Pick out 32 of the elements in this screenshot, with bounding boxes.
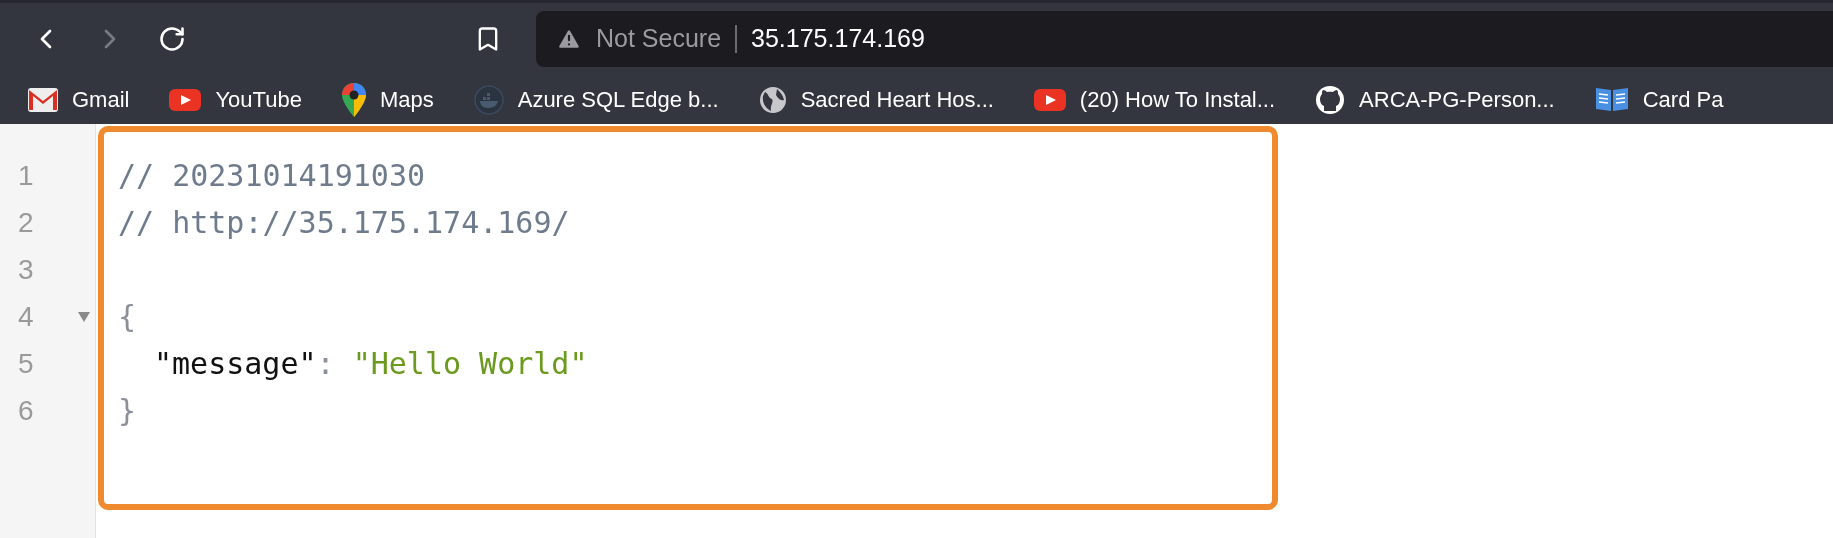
play-icon — [169, 88, 202, 111]
bookmark-link[interactable]: Gmail — [28, 83, 130, 116]
bookmark-link[interactable]: Azure SQL Edge b... — [473, 83, 719, 116]
book-icon — [1594, 85, 1629, 114]
whale-icon — [473, 84, 504, 115]
line-number: 2 — [18, 205, 35, 240]
bookmark-link[interactable]: YouTube — [169, 83, 302, 116]
code-line: // 20231014191030 — [118, 157, 426, 195]
code-line: "message": "Hello World" — [154, 345, 588, 383]
line-number: 4 — [18, 299, 35, 334]
bookmark-link[interactable]: Maps — [341, 82, 434, 117]
url-text: 35.175.174.169 — [751, 23, 925, 55]
line-number: 1 — [18, 158, 35, 193]
globe-icon — [758, 85, 787, 114]
code-line: } — [118, 392, 137, 430]
mail-icon — [28, 87, 58, 112]
bookmark-link[interactable]: ARCA-PG-Person... — [1315, 83, 1555, 116]
bookmark-link[interactable]: Card Pa — [1594, 83, 1724, 116]
bookmark-link[interactable]: (20) How To Instal... — [1033, 83, 1276, 116]
line-number: 3 — [18, 252, 35, 287]
cat-icon — [1315, 84, 1346, 115]
reload-icon — [158, 25, 186, 53]
security-label: Not Secure — [596, 23, 722, 55]
line-number: 5 — [18, 346, 35, 381]
code-line: // http://35.175.174.169/ — [118, 204, 570, 242]
map-pin-icon — [341, 82, 366, 117]
bookmark-link[interactable]: Sacred Heart Hos... — [758, 83, 994, 116]
code-line: { — [118, 298, 137, 336]
fold-toggle-icon[interactable] — [78, 311, 90, 322]
play-icon — [1033, 88, 1066, 111]
address-bar[interactable]: Not Secure 35.175.174.169 — [536, 11, 1833, 67]
line-number: 6 — [18, 393, 35, 428]
